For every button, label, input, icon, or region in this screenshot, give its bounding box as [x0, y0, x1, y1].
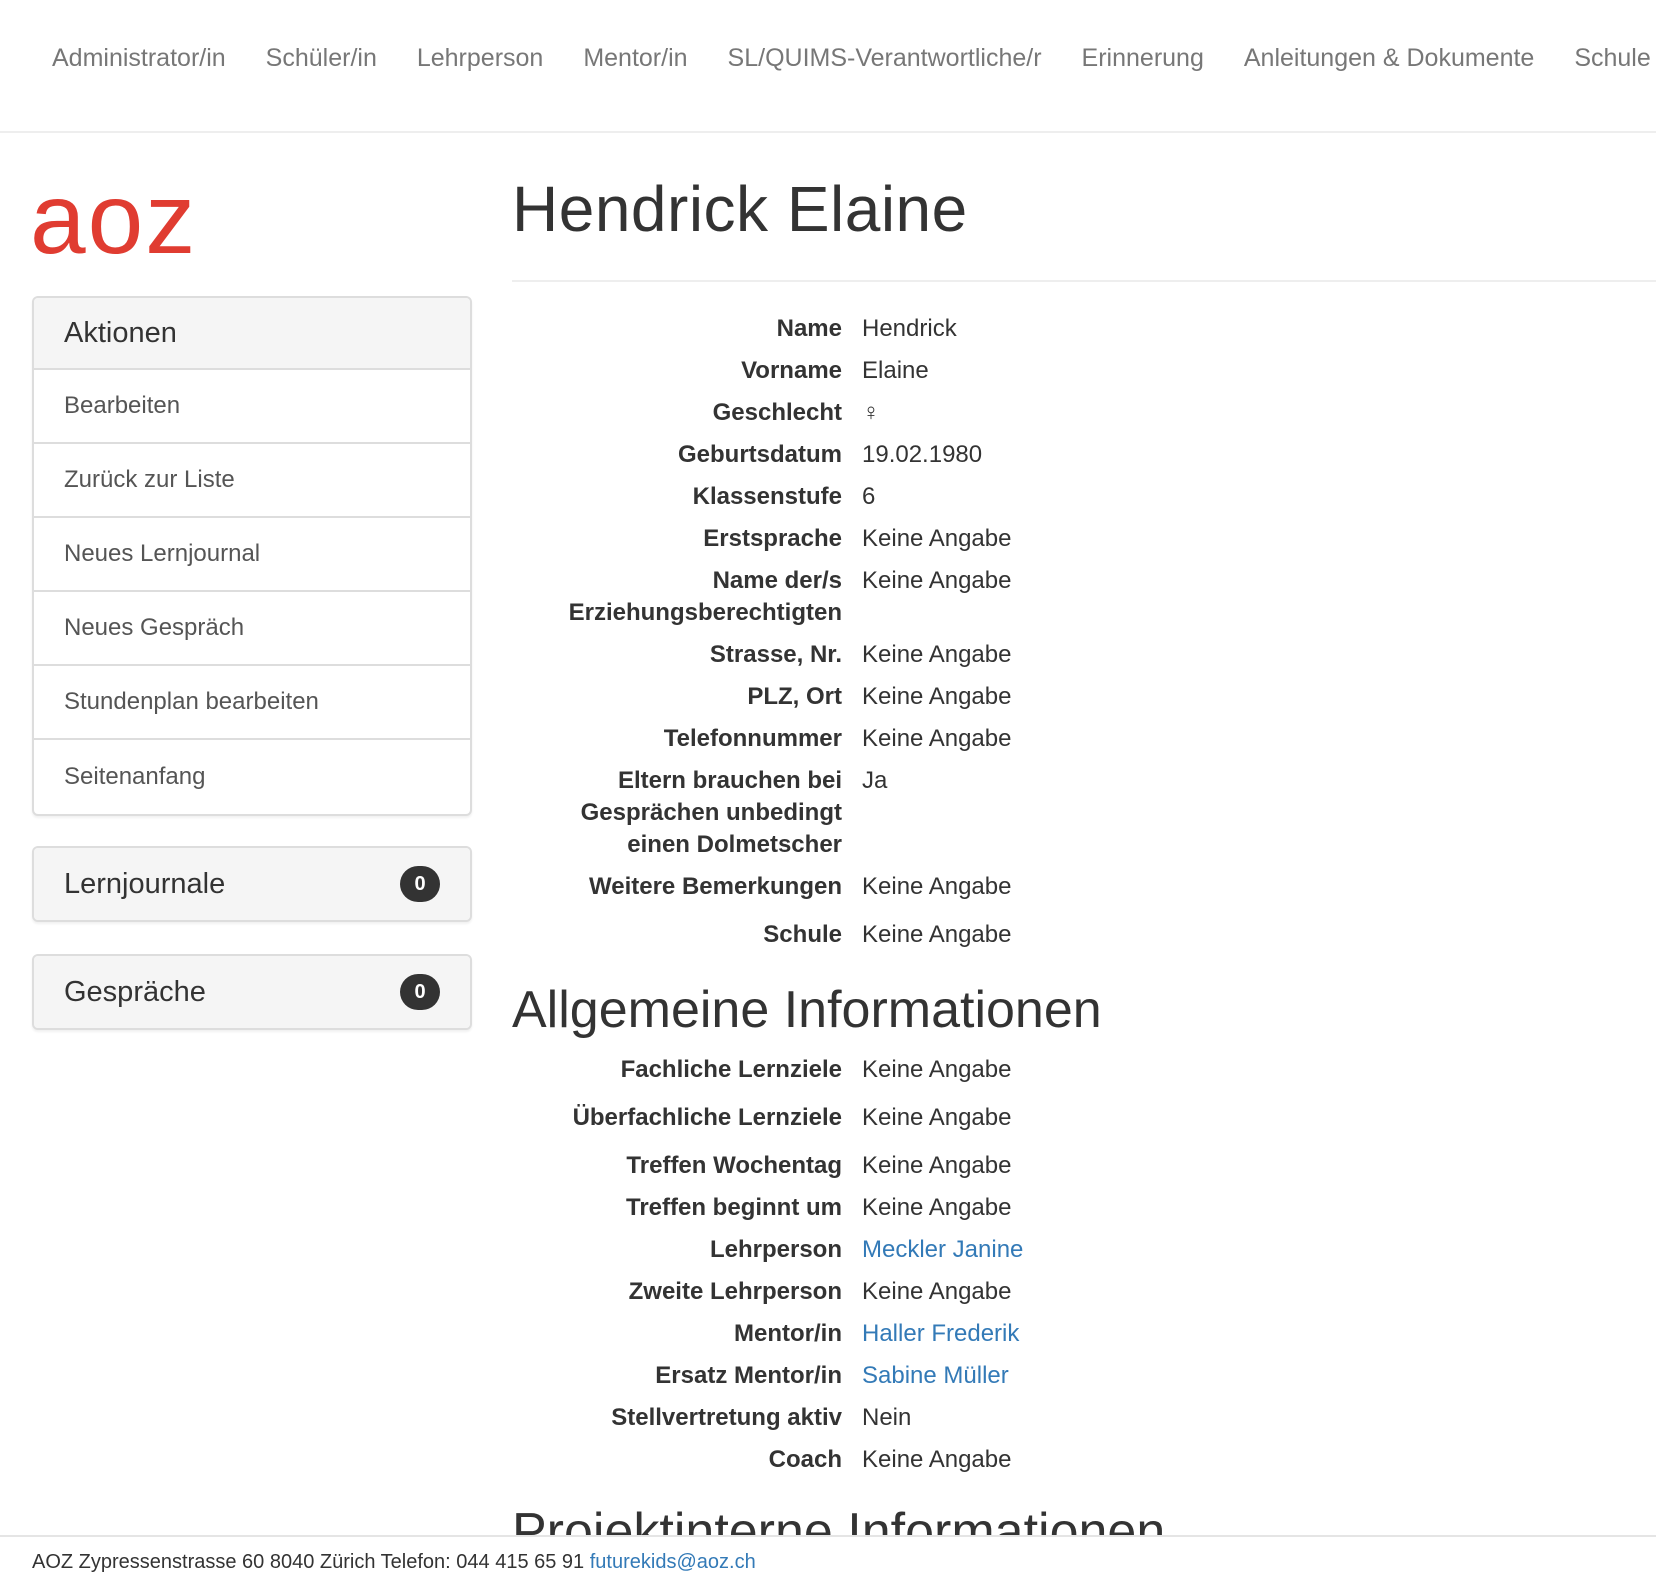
detail-label: Klassenstufe: [692, 483, 842, 510]
detail-label: Strasse, Nr.: [709, 641, 842, 668]
detail-value: Keine Angabe: [862, 921, 1012, 948]
detail-value: Keine Angabe: [862, 567, 1012, 594]
detail-label: Telefonnummer: [663, 725, 842, 752]
detail-label: Stellvertretung aktiv: [611, 1404, 842, 1431]
detail-label: Treffen Wochentag: [626, 1152, 842, 1179]
detail-value: Keine Angabe: [862, 683, 1012, 710]
page-footer: AOZ Zypressenstrasse 60 8040 Zürich Tele…: [0, 1535, 1656, 1588]
gespraeche-panel-header[interactable]: Gespräche 0: [34, 956, 470, 1028]
action-back-to-list[interactable]: Zurück zur Liste: [34, 444, 470, 518]
detail-value: 6: [862, 483, 876, 510]
action-edit[interactable]: Bearbeiten: [34, 370, 470, 444]
nav-item-sl-quims[interactable]: SL/QUIMS-Verantwortliche/r: [708, 40, 1062, 76]
detail-value: Keine Angabe: [862, 641, 1012, 668]
lehrperson-link[interactable]: Meckler Janine: [862, 1234, 1023, 1266]
detail-label: Name: [776, 315, 842, 342]
detail-label: PLZ, Ort: [747, 683, 842, 710]
detail-value: Keine Angabe: [862, 1194, 1012, 1221]
nav-item-lehrperson[interactable]: Lehrperson: [397, 40, 563, 76]
detail-value: Ja: [862, 767, 888, 794]
nav-item-schueler[interactable]: Schüler/in: [246, 40, 397, 76]
detail-label: Ersatz Mentor/in: [655, 1362, 842, 1389]
page-title: Hendrick Elaine: [512, 173, 968, 245]
detail-label: Fachliche Lernziele: [620, 1056, 842, 1083]
gespraeche-count-badge: 0: [400, 974, 440, 1010]
detail-value: Keine Angabe: [862, 1278, 1012, 1305]
detail-label: Schule: [763, 921, 842, 948]
lernjournale-title: Lernjournale: [64, 867, 226, 900]
detail-label: Name der/s Erziehungsberechtigten: [568, 567, 842, 626]
nav-item-administrator[interactable]: Administrator/in: [32, 40, 246, 76]
detail-label: Erstsprache: [703, 525, 842, 552]
gespraeche-title: Gespräche: [64, 975, 206, 1008]
top-navigation: Administrator/in Schüler/in Lehrperson M…: [0, 0, 1656, 133]
detail-label: Eltern brauchen bei Gesprächen unbedingt…: [580, 767, 842, 858]
footer-email-link[interactable]: futurekids@aoz.ch: [590, 1551, 756, 1573]
detail-value: Elaine: [862, 357, 929, 384]
detail-label: Zweite Lehrperson: [628, 1278, 842, 1305]
detail-value: Hendrick: [862, 315, 957, 342]
detail-value: Keine Angabe: [862, 1056, 1012, 1083]
action-new-conversation[interactable]: Neues Gespräch: [34, 592, 470, 666]
detail-value: Keine Angabe: [862, 525, 1012, 552]
action-new-learning-journal[interactable]: Neues Lernjournal: [34, 518, 470, 592]
footer-address: AOZ Zypressenstrasse 60 8040 Zürich Tele…: [32, 1551, 585, 1573]
female-icon: ♀: [862, 399, 880, 426]
detail-value: Nein: [862, 1404, 912, 1431]
detail-label: Mentor/in: [734, 1320, 842, 1347]
actions-panel-header: Aktionen: [34, 298, 470, 370]
section-title-allgemein: Allgemeine Informationen: [512, 981, 1102, 1039]
action-edit-timetable[interactable]: Stundenplan bearbeiten: [34, 666, 470, 740]
detail-label: Coach: [768, 1446, 842, 1473]
gespraeche-panel[interactable]: Gespräche 0: [32, 954, 472, 1030]
mentor-link[interactable]: Haller Frederik: [862, 1318, 1019, 1350]
detail-value: 19.02.1980: [862, 441, 983, 468]
actions-panel: Aktionen Bearbeiten Zurück zur Liste Neu…: [32, 296, 472, 816]
lernjournale-panel[interactable]: Lernjournale 0: [32, 846, 472, 922]
detail-label: Geburtsdatum: [677, 441, 842, 468]
action-page-top[interactable]: Seitenanfang: [34, 740, 470, 814]
detail-value: Keine Angabe: [862, 1446, 1012, 1473]
actions-panel-title: Aktionen: [64, 316, 177, 349]
ersatz-mentor-link[interactable]: Sabine Müller: [862, 1360, 1009, 1392]
title-divider: [512, 280, 1656, 282]
lernjournale-count-badge: 0: [400, 866, 440, 902]
nav-list: Administrator/in Schüler/in Lehrperson M…: [32, 40, 1656, 76]
aoz-logo[interactable]: aoz: [30, 175, 216, 257]
lernjournale-panel-header[interactable]: Lernjournale 0: [34, 848, 470, 920]
detail-label: Weitere Bemerkungen: [589, 873, 842, 900]
nav-item-schule[interactable]: Schule: [1554, 40, 1656, 76]
detail-label: Treffen beginnt um: [626, 1194, 842, 1221]
nav-item-erinnerung[interactable]: Erinnerung: [1062, 40, 1224, 76]
aoz-logo-graphic: aoz: [30, 175, 197, 257]
svg-text:aoz: aoz: [30, 175, 197, 257]
nav-item-anleitungen[interactable]: Anleitungen & Dokumente: [1224, 40, 1554, 76]
nav-item-mentor[interactable]: Mentor/in: [563, 40, 707, 76]
detail-label: Geschlecht: [712, 399, 842, 426]
detail-value: Keine Angabe: [862, 1104, 1012, 1131]
detail-value: Keine Angabe: [862, 873, 1012, 900]
detail-value: Keine Angabe: [862, 1152, 1012, 1179]
detail-label: Lehrperson: [709, 1236, 842, 1263]
detail-label: Überfachliche Lernziele: [572, 1104, 842, 1131]
detail-value: Keine Angabe: [862, 725, 1012, 752]
detail-label: Vorname: [741, 357, 842, 384]
